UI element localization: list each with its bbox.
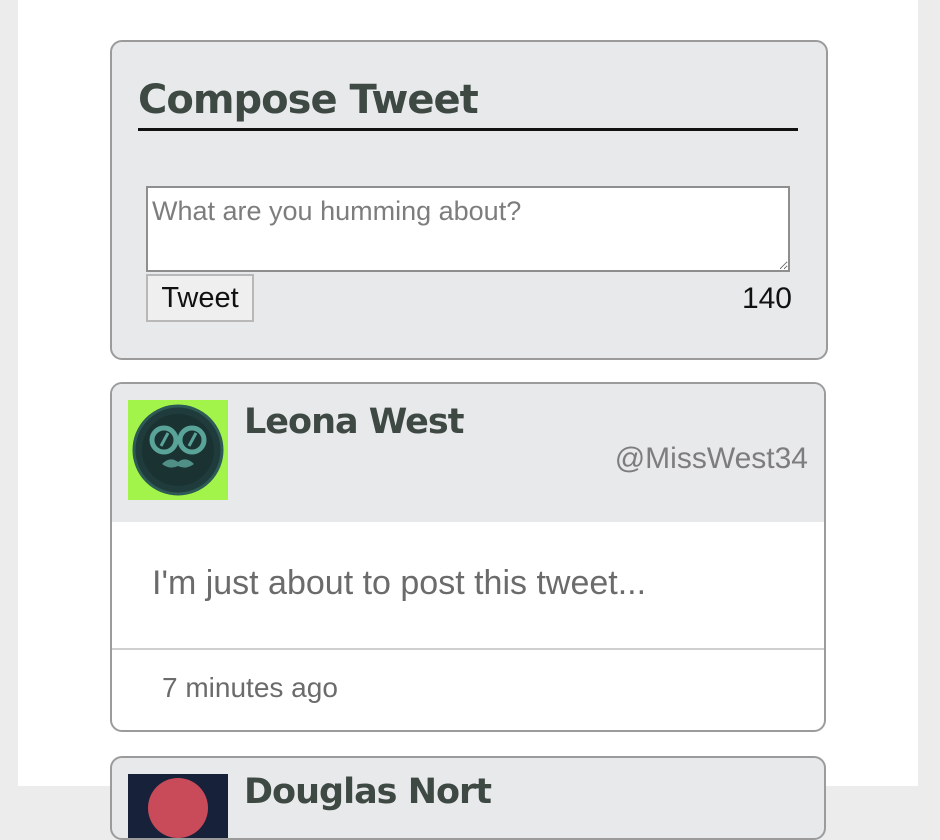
tweet-card: Leona West @MissWest34 I'm just about to… bbox=[110, 382, 826, 732]
character-counter: 140 bbox=[741, 282, 792, 315]
compose-title: Compose Tweet bbox=[138, 72, 798, 131]
tweet-card-next: Douglas Nort bbox=[110, 756, 826, 840]
tweet-button[interactable]: Tweet bbox=[146, 274, 254, 322]
tweet-header: Leona West @MissWest34 bbox=[112, 384, 824, 522]
avatar-icon bbox=[148, 778, 208, 838]
avatar bbox=[128, 400, 228, 500]
tweet-author-name: Leona West bbox=[244, 402, 464, 442]
tweet-text-input[interactable] bbox=[146, 186, 790, 272]
glasses-mustache-face-icon bbox=[132, 404, 224, 496]
avatar bbox=[128, 774, 228, 838]
tweet-author-name: Douglas Nort bbox=[244, 772, 492, 812]
tweet-author-handle: @MissWest34 bbox=[614, 442, 808, 475]
page-container: Compose Tweet Tweet 140 Leona West @Miss… bbox=[18, 0, 918, 840]
tweet-divider bbox=[112, 648, 824, 650]
compose-tweet-card: Compose Tweet Tweet 140 bbox=[110, 40, 828, 360]
tweet-text: I'm just about to post this tweet... bbox=[152, 564, 647, 602]
tweet-timestamp: 7 minutes ago bbox=[162, 672, 338, 703]
